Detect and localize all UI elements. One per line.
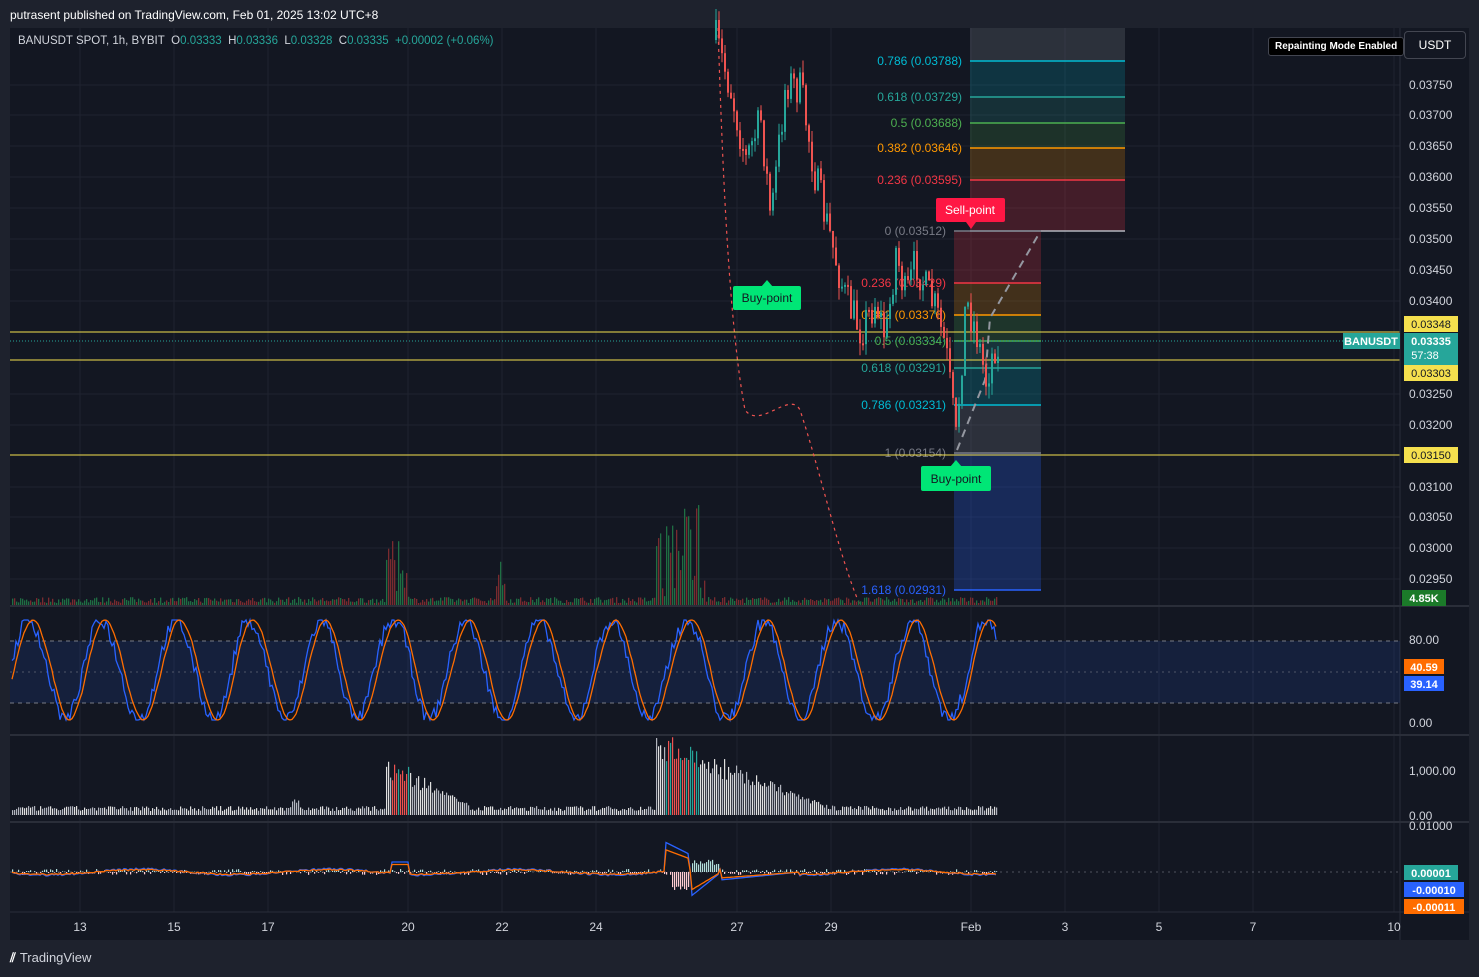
- macd-axis-top: 0.01000: [1409, 819, 1453, 833]
- buy-signal-label: Buy-point: [742, 291, 793, 305]
- countdown-tag: 57:38: [1411, 350, 1439, 362]
- price-axis-label: 0.03050: [1409, 510, 1453, 524]
- time-axis-label: 3: [1062, 920, 1069, 934]
- price-axis-label: 0.03450: [1409, 263, 1453, 277]
- fib-lower-label: 0.786 (0.03231): [861, 398, 946, 412]
- price-axis-label: 0.02950: [1409, 572, 1453, 586]
- time-axis-label: 29: [824, 920, 838, 934]
- volume-tag: 4.85K: [1409, 593, 1438, 605]
- price-axis-label: 0.03100: [1409, 480, 1453, 494]
- time-axis-label: 7: [1250, 920, 1257, 934]
- stoch-pane[interactable]: [10, 617, 1400, 723]
- time-axis-label: 27: [730, 920, 744, 934]
- symbol-tag: BANUSDT: [1344, 336, 1398, 348]
- fib-lower-label: 0.382 (0.03376): [861, 308, 946, 322]
- stoch-d-value: 40.59: [1410, 662, 1438, 674]
- symbol-legend[interactable]: BANUSDT SPOT, 1h, BYBIT O0.03333 H0.0333…: [18, 35, 494, 47]
- time-axis-label: 22: [495, 920, 509, 934]
- change-value: +0.00002 (+0.06%): [395, 35, 494, 47]
- macd-line: [11, 841, 997, 897]
- price-axis-label: 0.03550: [1409, 201, 1453, 215]
- fib-upper-label: 0.786 (0.03788): [877, 54, 962, 68]
- price-axis-label: 0.03700: [1409, 108, 1453, 122]
- price-axis-label: 0.03400: [1409, 294, 1453, 308]
- fib-upper-label: 0.5 (0.03688): [891, 116, 962, 130]
- buy-signal-label: Buy-point: [931, 472, 982, 486]
- time-axis-label: 24: [589, 920, 603, 934]
- stoch-k-value: 39.14: [1410, 679, 1438, 691]
- macd-histogram: [12, 859, 998, 890]
- close-label: C: [338, 35, 348, 47]
- time-axis-label: 20: [401, 920, 415, 934]
- macd-pane[interactable]: [10, 841, 1400, 897]
- fib-lower-label: 1 (0.03154): [885, 446, 946, 460]
- price-axis-label: 0.03600: [1409, 170, 1453, 184]
- stoch-axis-bottom: 0.00: [1409, 716, 1433, 730]
- macd-hist-value: 0.00001: [1411, 868, 1451, 880]
- tradingview-logo[interactable]: ⫽ TradingView: [10, 950, 91, 966]
- time-axis-label: 10: [1387, 920, 1401, 934]
- time-axis-label: Feb: [961, 920, 982, 934]
- time-axis-label: 13: [73, 920, 87, 934]
- price-axis-label: 0.03650: [1409, 139, 1453, 153]
- low-value: 0.03328: [290, 35, 333, 47]
- volume-bars: [12, 505, 998, 605]
- symbol-name: BANUSDT SPOT, 1h, BYBIT: [18, 35, 165, 47]
- price-axis-label: 0.03750: [1409, 78, 1453, 92]
- time-axis-label: 17: [261, 920, 275, 934]
- tradingview-icon: ⫽: [10, 951, 16, 966]
- fib-lower-label: 0.618 (0.03291): [861, 361, 946, 375]
- price-axis-label: 0.03500: [1409, 232, 1453, 246]
- support-upper-tag: 0.03303: [1411, 368, 1451, 380]
- fib-lower-label: 0.236 (0.03429): [861, 276, 946, 290]
- fib-labels: 0.786 (0.03788) 0.618 (0.03729) 0.5 (0.036…: [861, 54, 962, 597]
- support-lower-tag: 0.03150: [1411, 450, 1451, 462]
- stoch-axis-top: 80.00: [1409, 633, 1439, 647]
- high-value: 0.03336: [236, 35, 278, 47]
- repainting-badge: Repainting Mode Enabled: [1268, 37, 1405, 56]
- fib-lower-label: 0 (0.03512): [885, 224, 946, 238]
- open-label: O: [171, 35, 181, 47]
- time-axis-label: 15: [167, 920, 181, 934]
- chart-canvas[interactable]: 0.786 (0.03788) 0.618 (0.03729) 0.5 (0.036…: [0, 0, 1479, 977]
- fib-lower-label: 1.618 (0.02931): [861, 583, 946, 597]
- price-axis-label: 0.03250: [1409, 387, 1453, 401]
- buy-signal-1[interactable]: Buy-point: [733, 280, 801, 310]
- time-axis[interactable]: 13 15 17 20 22 24 27 29 Feb 3 5 7 10: [73, 920, 1401, 934]
- volosc-axis-top: 1,000.00: [1409, 764, 1456, 778]
- indicator-axes: 80.00 0.00 40.59 39.14 1,000.00 0.00 0.0…: [1404, 633, 1464, 914]
- last-price-tag: 0.03335: [1411, 336, 1451, 348]
- sell-signal-label: Sell-point: [945, 203, 996, 217]
- brand-name: TradingView: [19, 950, 92, 965]
- macd-signal-value: -0.00010: [1412, 885, 1455, 897]
- fib-lower-zone: [954, 231, 1041, 590]
- fib-upper-label: 0.382 (0.03646): [877, 141, 962, 155]
- macd-value: -0.00011: [1413, 902, 1456, 914]
- fib-upper-label: 0.618 (0.03729): [877, 90, 962, 104]
- fib-upper-label: 0.236 (0.03595): [877, 173, 962, 187]
- currency-button[interactable]: USDT: [1404, 31, 1466, 59]
- time-axis-label: 5: [1156, 920, 1163, 934]
- price-axis-label: 0.03200: [1409, 418, 1453, 432]
- footer: [0, 940, 1479, 977]
- resistance-tag: 0.03348: [1411, 319, 1451, 331]
- close-value: 0.03335: [347, 35, 389, 47]
- volume-oscillator: [12, 737, 998, 815]
- open-value: 0.03333: [180, 35, 222, 47]
- price-axis-label: 0.03000: [1409, 541, 1453, 555]
